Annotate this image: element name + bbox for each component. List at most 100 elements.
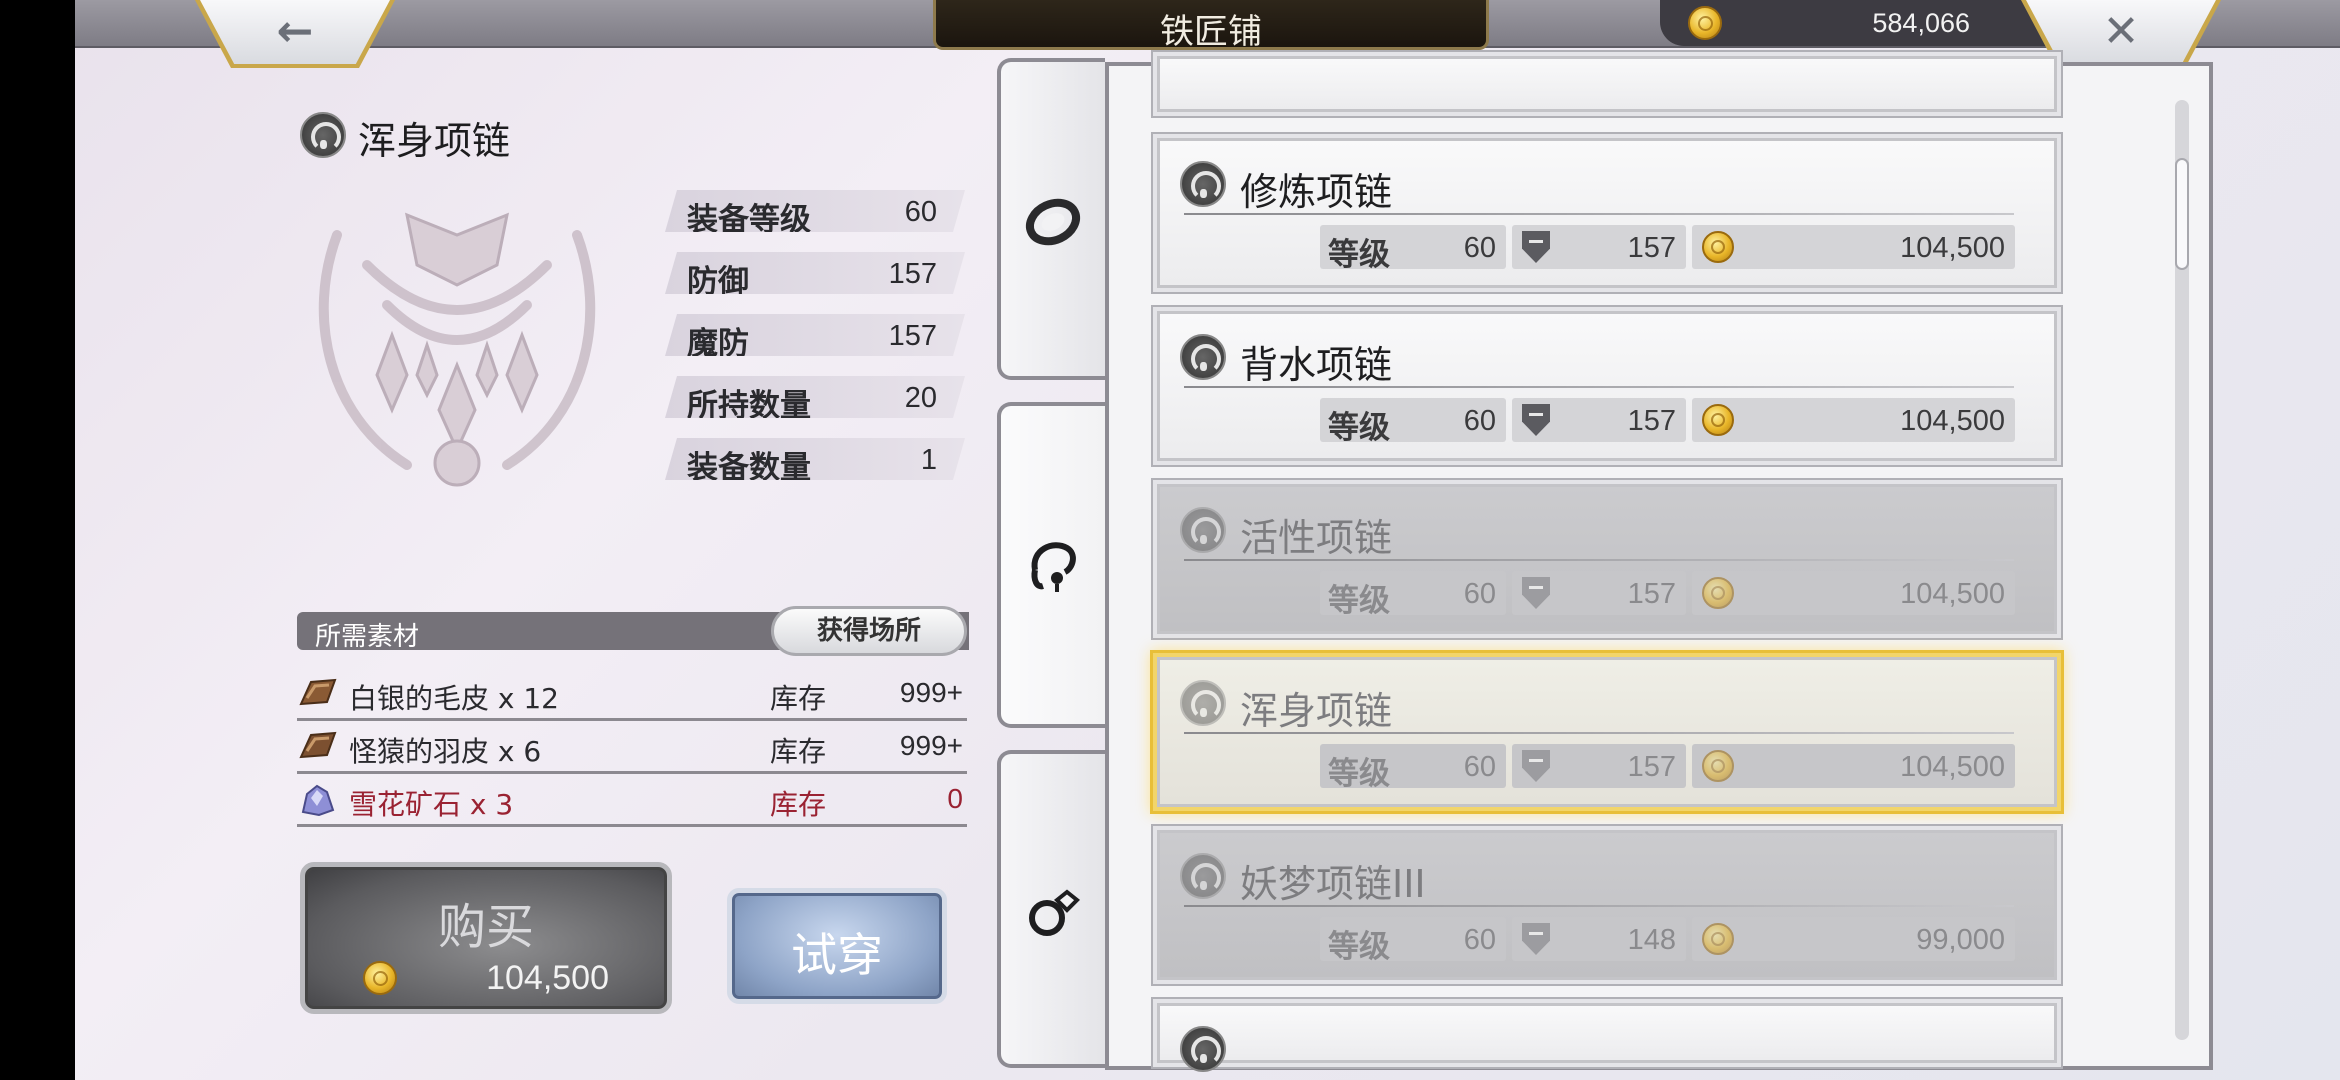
list-item-stats: 等级 60 148 99,000 bbox=[1320, 917, 2020, 965]
bracelet-icon bbox=[1025, 198, 1081, 246]
list-item-name: 活性项链 bbox=[1240, 516, 1393, 560]
level-label: 等级 bbox=[1328, 756, 1390, 792]
price-value: 99,000 bbox=[1916, 924, 2005, 956]
stat-label: 所持数量 bbox=[687, 388, 811, 424]
defense-pill: 157 bbox=[1512, 398, 1686, 442]
stat-row-owned-count: 所持数量 20 bbox=[665, 376, 965, 418]
stat-row-equipped-count: 装备数量 1 bbox=[665, 438, 965, 480]
level-value: 60 bbox=[1463, 751, 1496, 783]
tab-necklace[interactable] bbox=[997, 402, 1105, 728]
buy-button[interactable]: 购买 104,500 bbox=[300, 862, 672, 1014]
defense-pill: 157 bbox=[1512, 744, 1686, 788]
tab-bracelet[interactable] bbox=[997, 58, 1105, 380]
stat-row-equip-level: 装备等级 60 bbox=[665, 190, 965, 232]
blacksmith-screen: ← 铁匠铺 584,066 ✕ 浑身项链 装备等级 60 防御 157 魔防 1… bbox=[75, 0, 2340, 1080]
defense-value: 148 bbox=[1627, 924, 1676, 956]
material-name: 怪猿的羽皮 x 6 bbox=[349, 735, 542, 768]
list-item-name: 浑身项链 bbox=[1240, 689, 1393, 733]
level-label: 等级 bbox=[1328, 410, 1390, 446]
fur-icon bbox=[299, 731, 337, 759]
list-item-partial-top[interactable] bbox=[1157, 56, 2057, 112]
list-item-name: 妖梦项链III bbox=[1240, 862, 1426, 906]
level-pill: 等级 60 bbox=[1320, 571, 1506, 619]
list-item[interactable]: 活性项链 等级 60 157 104,500 bbox=[1157, 484, 2057, 634]
material-stock-count: 999+ bbox=[899, 677, 963, 708]
shield-icon bbox=[1522, 577, 1550, 609]
gold-coin-icon bbox=[1702, 404, 1734, 436]
price-pill: 99,000 bbox=[1692, 917, 2015, 961]
ore-icon bbox=[301, 784, 335, 816]
price-value: 104,500 bbox=[1900, 751, 2005, 783]
price-pill: 104,500 bbox=[1692, 571, 2015, 615]
material-stock-label: 库存 bbox=[770, 735, 827, 768]
level-pill: 等级 60 bbox=[1320, 398, 1506, 446]
stat-label: 装备数量 bbox=[687, 450, 811, 486]
screen-title-plate: 铁匠铺 bbox=[933, 0, 1489, 52]
level-pill: 等级 60 bbox=[1320, 917, 1506, 965]
necklace-emblem-image bbox=[318, 212, 596, 487]
level-pill: 等级 60 bbox=[1320, 225, 1506, 273]
price-value: 104,500 bbox=[1900, 578, 2005, 610]
divider bbox=[1184, 905, 2014, 907]
material-name: 雪花矿石 x 3 bbox=[349, 788, 514, 821]
shield-icon bbox=[1522, 404, 1550, 436]
list-scrollbar-thumb[interactable] bbox=[2175, 158, 2189, 270]
price-pill: 104,500 bbox=[1692, 744, 2015, 788]
source-location-button[interactable]: 获得场所 bbox=[771, 606, 967, 656]
shield-icon bbox=[1522, 750, 1550, 782]
gold-coin-icon bbox=[1702, 231, 1734, 263]
level-value: 60 bbox=[1463, 924, 1496, 956]
item-name: 浑身项链 bbox=[358, 119, 511, 163]
list-item-stats: 等级 60 157 104,500 bbox=[1320, 571, 2020, 619]
list-item[interactable]: 妖梦项链III 等级 60 148 99,000 bbox=[1157, 830, 2057, 980]
list-item-name: 修炼项链 bbox=[1240, 170, 1393, 214]
material-stock-count: 999+ bbox=[899, 730, 963, 761]
stat-value: 157 bbox=[888, 258, 937, 290]
list-item-stats: 等级 60 157 104,500 bbox=[1320, 744, 2020, 792]
material-row[interactable]: 白银的毛皮 x 12 库存 999+ bbox=[297, 668, 967, 721]
stat-label: 魔防 bbox=[687, 326, 749, 362]
stat-value: 1 bbox=[920, 444, 937, 476]
list-item[interactable]: 修炼项链 等级 60 157 104,500 bbox=[1157, 138, 2057, 288]
necklace-icon bbox=[1180, 334, 1226, 380]
level-label: 等级 bbox=[1328, 583, 1390, 619]
buy-button-label: 购买 bbox=[437, 899, 534, 955]
necklace-icon bbox=[1031, 542, 1076, 592]
screen-title: 铁匠铺 bbox=[1160, 12, 1262, 52]
gold-coin-icon bbox=[1702, 750, 1734, 782]
list-item-partial-bottom[interactable] bbox=[1157, 1003, 2057, 1072]
material-row[interactable]: 雪花矿石 x 3 库存 0 bbox=[297, 774, 967, 827]
gold-coin-icon bbox=[1702, 923, 1734, 955]
divider bbox=[1184, 213, 2014, 215]
defense-pill: 157 bbox=[1512, 571, 1686, 615]
level-pill: 等级 60 bbox=[1320, 744, 1506, 792]
close-icon: ✕ bbox=[2102, 6, 2140, 57]
stat-row-defense: 防御 157 bbox=[665, 252, 965, 294]
list-item[interactable]: 背水项链 等级 60 157 104,500 bbox=[1157, 311, 2057, 461]
price-value: 104,500 bbox=[1900, 232, 2005, 264]
material-stock-label: 库存 bbox=[770, 682, 827, 715]
divider bbox=[1184, 559, 2014, 561]
defense-pill: 157 bbox=[1512, 225, 1686, 269]
stat-value: 60 bbox=[904, 196, 937, 228]
tab-ring[interactable] bbox=[997, 750, 1105, 1068]
stat-value: 157 bbox=[888, 320, 937, 352]
list-item-selected[interactable]: 浑身项链 等级 60 157 104,500 bbox=[1157, 657, 2057, 807]
price-value: 104,500 bbox=[1900, 405, 2005, 437]
gold-coin-icon bbox=[1688, 6, 1722, 40]
level-value: 60 bbox=[1463, 232, 1496, 264]
try-on-button[interactable]: 试穿 bbox=[727, 888, 947, 1004]
necklace-icon bbox=[1180, 507, 1226, 553]
stat-value: 20 bbox=[904, 382, 937, 414]
level-value: 60 bbox=[1463, 405, 1496, 437]
stat-row-magic-defense: 魔防 157 bbox=[665, 314, 965, 356]
price-pill: 104,500 bbox=[1692, 398, 2015, 442]
divider bbox=[1184, 732, 2014, 734]
necklace-icon bbox=[300, 112, 346, 158]
list-item-stats: 等级 60 157 104,500 bbox=[1320, 398, 2020, 446]
material-row[interactable]: 怪猿的羽皮 x 6 库存 999+ bbox=[297, 721, 967, 774]
material-stock-label: 库存 bbox=[770, 788, 827, 821]
necklace-icon bbox=[1180, 680, 1226, 726]
necklace-icon bbox=[1180, 853, 1226, 899]
shield-icon bbox=[1522, 231, 1550, 263]
